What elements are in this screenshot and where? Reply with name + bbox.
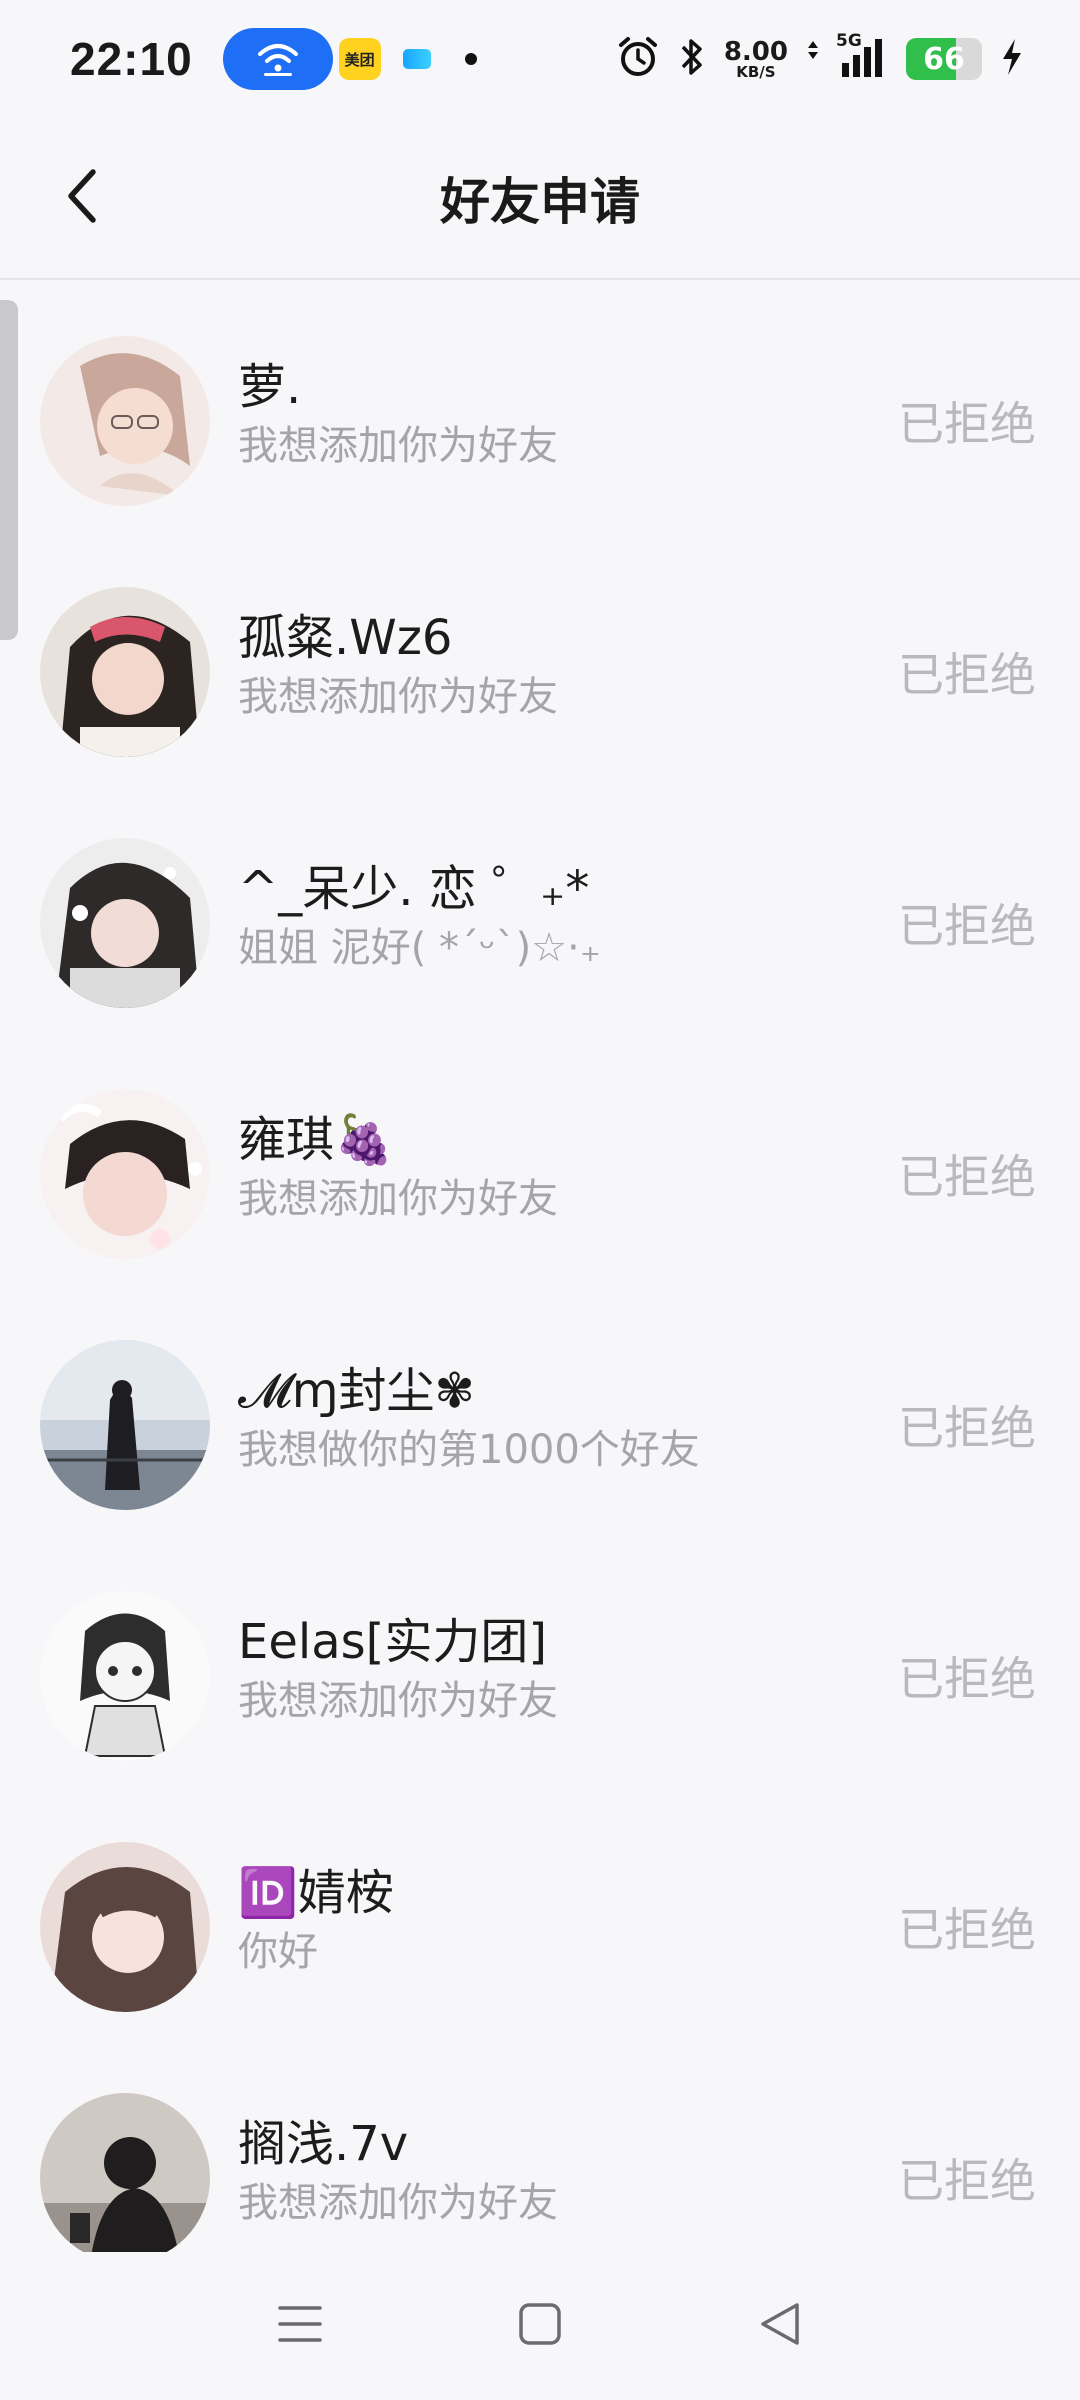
bluetooth-icon <box>678 35 706 83</box>
menu-button[interactable] <box>265 2291 335 2361</box>
signal-icon: 5G <box>836 31 888 81</box>
avatar[interactable] <box>40 1842 210 2012</box>
friend-request-row[interactable]: 雍琪🍇 我想添加你为好友 已拒绝 <box>0 1053 1080 1304</box>
request-message: 我想添加你为好友 <box>238 1678 558 1724</box>
request-texts: 🆔婧桉 你好 <box>238 1862 860 1980</box>
friend-request-list: 萝. 我想添加你为好友 已拒绝 孤粲.Wz6 我想添加你为好友 已拒绝 ^_呆少… <box>0 300 1080 2308</box>
speed-value: 8.00 <box>723 36 788 67</box>
request-status: 已拒绝 <box>898 2154 1036 2208</box>
request-texts: 萝. 我想添加你为好友 <box>238 356 860 474</box>
request-message: 我想添加你为好友 <box>238 674 558 720</box>
status-time: 22:10 <box>70 33 193 85</box>
notification-dot-icon <box>464 53 477 65</box>
request-name: 萝. <box>238 359 302 415</box>
meituan-app-icon: 美团 <box>338 38 381 80</box>
request-message: 你好 <box>238 1929 318 1975</box>
request-name: ^_呆少. 恋 ゜₊* <box>238 861 590 917</box>
request-texts: 搁浅.7v 我想添加你为好友 <box>238 2113 860 2231</box>
app-icon <box>402 49 431 69</box>
request-message: 我想添加你为好友 <box>238 2180 558 2226</box>
request-texts: ^_呆少. 恋 ゜₊* 姐姐 泥好( *ˊᵕˋ)☆·₊ <box>238 858 860 976</box>
wifi-icon <box>222 28 333 90</box>
request-name: 雍琪🍇 <box>238 1112 394 1168</box>
request-status: 已拒绝 <box>898 899 1036 953</box>
battery-icon: 66 <box>906 38 982 80</box>
page-title: 好友申请 <box>440 173 640 231</box>
friend-request-row[interactable]: 𝓜ɱ封尘✾ 我想做你的第1000个好友 已拒绝 <box>0 1304 1080 1555</box>
request-status: 已拒绝 <box>898 1150 1036 1204</box>
request-name: 孤粲.Wz6 <box>238 610 453 666</box>
friend-request-row[interactable]: 🆔婧桉 你好 已拒绝 <box>0 1806 1080 2057</box>
request-name: Eelas[实力团] <box>238 1614 548 1670</box>
home-square-icon <box>517 2301 563 2351</box>
request-status: 已拒绝 <box>898 1401 1036 1455</box>
avatar[interactable] <box>40 1089 210 1259</box>
request-texts: Eelas[实力团] 我想添加你为好友 <box>238 1611 860 1729</box>
friend-request-row[interactable]: Eelas[实力团] 我想添加你为好友 已拒绝 <box>0 1555 1080 1806</box>
system-back-button[interactable] <box>745 2291 815 2361</box>
charging-icon <box>1000 37 1024 81</box>
friend-requests-screen: 22:10 美团 8.00 KB/S 5G 66 好友申请 萝. 我想添加你为好… <box>0 0 1080 2400</box>
request-message: 我想做你的第1000个好友 <box>238 1427 700 1473</box>
friend-request-row[interactable]: 孤粲.Wz6 我想添加你为好友 已拒绝 <box>0 551 1080 802</box>
request-message: 我想添加你为好友 <box>238 1176 558 1222</box>
avatar[interactable] <box>40 336 210 506</box>
avatar[interactable] <box>40 1591 210 1761</box>
avatar[interactable] <box>40 2093 210 2263</box>
menu-icon <box>276 2302 324 2350</box>
request-message: 姐姐 泥好( *ˊᵕˋ)☆·₊ <box>238 925 601 971</box>
request-status: 已拒绝 <box>898 1652 1036 1706</box>
request-texts: 𝓜ɱ封尘✾ 我想做你的第1000个好友 <box>238 1360 860 1478</box>
status-right-group: 8.00 KB/S 5G 66 <box>616 31 1024 83</box>
avatar[interactable] <box>40 838 210 1008</box>
data-arrows-icon <box>806 39 820 79</box>
page-header: 好友申请 <box>0 118 1080 280</box>
request-status: 已拒绝 <box>898 648 1036 702</box>
request-message: 我想添加你为好友 <box>238 423 558 469</box>
request-texts: 雍琪🍇 我想添加你为好友 <box>238 1109 860 1227</box>
request-texts: 孤粲.Wz6 我想添加你为好友 <box>238 607 860 725</box>
back-triangle-icon <box>757 2301 803 2351</box>
home-button[interactable] <box>505 2291 575 2361</box>
avatar[interactable] <box>40 587 210 757</box>
request-name: 𝓜ɱ封尘✾ <box>238 1363 475 1419</box>
network-speed: 8.00 KB/S <box>724 39 788 80</box>
network-type: 5G <box>836 31 862 51</box>
system-nav-bar <box>0 2252 1080 2400</box>
back-button[interactable] <box>52 163 112 233</box>
battery-level: 66 <box>923 41 965 77</box>
status-bar: 22:10 美团 8.00 KB/S 5G 66 <box>0 0 1080 118</box>
request-name: 🆔婧桉 <box>238 1865 394 1921</box>
request-status: 已拒绝 <box>898 397 1036 451</box>
alarm-icon <box>616 35 660 83</box>
request-name: 搁浅.7v <box>238 2116 409 2172</box>
friend-request-row[interactable]: ^_呆少. 恋 ゜₊* 姐姐 泥好( *ˊᵕˋ)☆·₊ 已拒绝 <box>0 802 1080 1053</box>
avatar[interactable] <box>40 1340 210 1510</box>
speed-unit: KB/S <box>736 62 776 81</box>
chevron-left-icon <box>65 168 99 228</box>
request-status: 已拒绝 <box>898 1903 1036 1957</box>
friend-request-row[interactable]: 萝. 我想添加你为好友 已拒绝 <box>0 300 1080 551</box>
